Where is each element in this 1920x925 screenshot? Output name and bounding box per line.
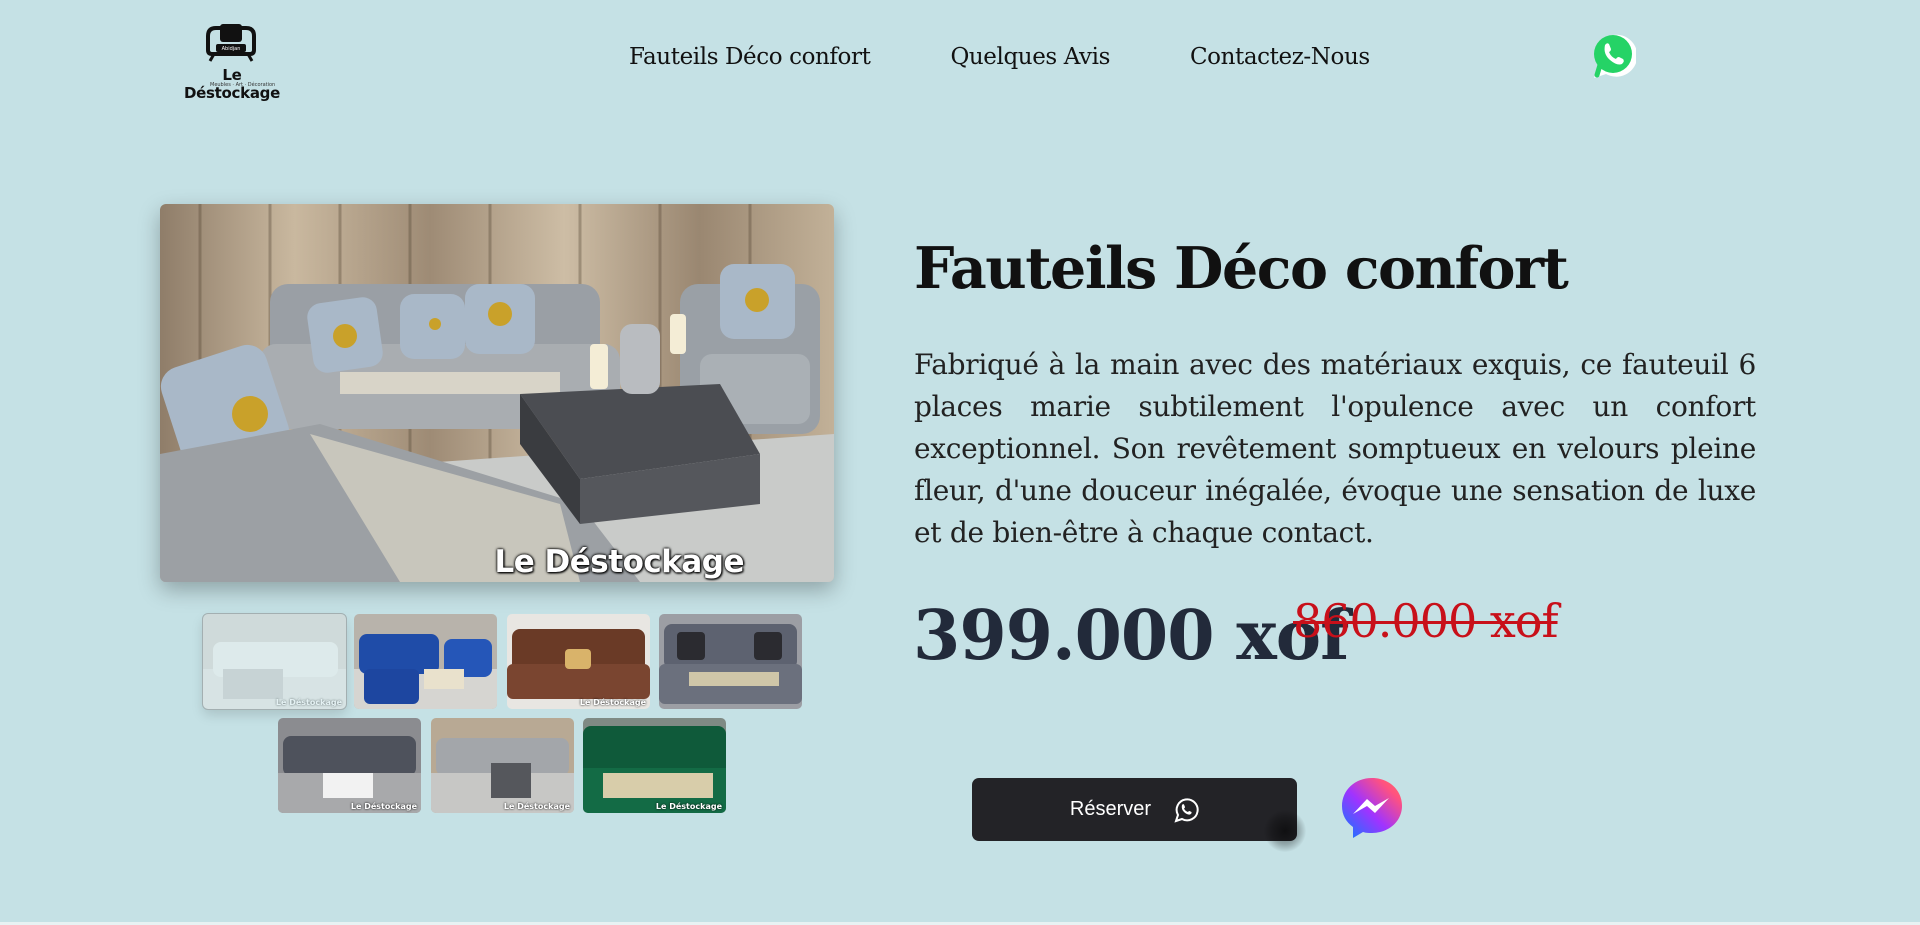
reserve-button[interactable]: Réserver bbox=[972, 778, 1297, 841]
thumbnail-5[interactable]: Le Déstockage bbox=[278, 718, 421, 813]
thumbnail-image bbox=[354, 614, 497, 709]
thumbnail-image bbox=[278, 718, 421, 813]
product-title: Fauteils Déco confort bbox=[914, 235, 1569, 302]
thumbnail-image bbox=[203, 614, 346, 709]
thumbnail-watermark: Le Déstockage bbox=[275, 698, 342, 707]
nav-link-avis[interactable]: Quelques Avis bbox=[950, 44, 1110, 70]
thumbnail-image bbox=[583, 718, 726, 813]
thumbnail-image bbox=[507, 614, 650, 709]
thumbnail-image bbox=[659, 614, 802, 709]
thumbnail-image bbox=[431, 718, 574, 813]
thumbnail-1[interactable]: Le Déstockage bbox=[202, 613, 347, 710]
armchair-logo-icon: Abidjan bbox=[206, 24, 256, 62]
nav-link-fauteils[interactable]: Fauteils Déco confort bbox=[629, 44, 871, 70]
floating-shadow bbox=[1264, 810, 1306, 852]
product-old-price: 860.000 xof bbox=[1293, 594, 1559, 648]
whatsapp-icon[interactable] bbox=[1588, 30, 1636, 80]
thumbnail-4[interactable] bbox=[659, 614, 802, 709]
thumbnail-2[interactable] bbox=[354, 614, 497, 709]
main-image-watermark: Le Déstockage bbox=[494, 544, 744, 580]
messenger-icon[interactable] bbox=[1339, 775, 1405, 841]
thumbnail-7[interactable]: Le Déstockage bbox=[583, 718, 726, 813]
product-description: Fabriqué à la main avec des matériaux ex… bbox=[914, 348, 1756, 549]
product-price: 399.000 xof bbox=[913, 596, 1349, 676]
whatsapp-icon bbox=[1174, 797, 1199, 823]
main-nav: Fauteils Déco confort Quelques Avis Cont… bbox=[629, 44, 1370, 70]
thumbnail-6[interactable]: Le Déstockage bbox=[431, 718, 574, 813]
sofa-photo bbox=[160, 204, 834, 582]
logo-tagline: Meubles · Art · Décoration bbox=[210, 82, 276, 88]
reserve-button-label: Réserver bbox=[1069, 798, 1152, 820]
thumbnail-watermark: Le Déstockage bbox=[503, 802, 570, 811]
thumbnail-watermark: Le Déstockage bbox=[655, 802, 722, 811]
thumbnail-watermark: Le Déstockage bbox=[579, 698, 646, 707]
thumbnail-watermark: Le Déstockage bbox=[350, 802, 417, 811]
thumbnail-3[interactable]: Le Déstockage bbox=[507, 614, 650, 709]
product-main-image[interactable]: Le Déstockage bbox=[160, 204, 834, 582]
logo-badge: Abidjan bbox=[222, 46, 241, 52]
nav-link-contact[interactable]: Contactez-Nous bbox=[1190, 44, 1370, 70]
logo[interactable]: Abidjan Le Déstockage Meubles · Art · Dé… bbox=[182, 22, 282, 102]
